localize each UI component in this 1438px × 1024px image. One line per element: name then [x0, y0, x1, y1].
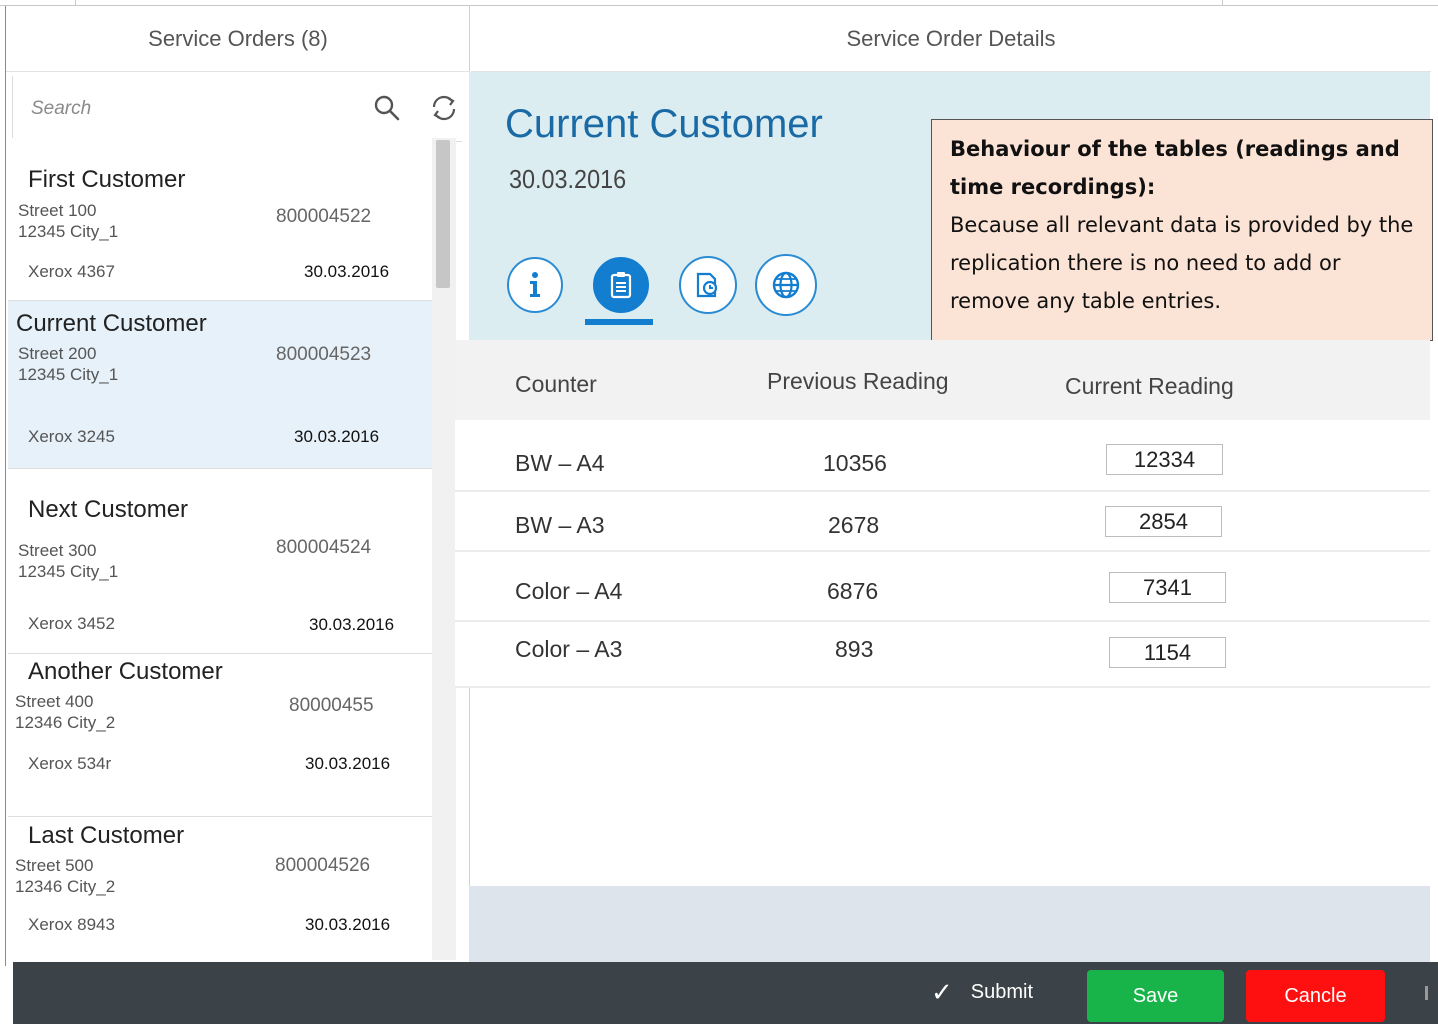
customer-street: Street 100: [18, 201, 97, 220]
customer-name: Next Customer: [28, 496, 189, 523]
globe-icon: [772, 271, 800, 299]
footer-toolbar: ✓ Submit Save Cancle: [13, 962, 1438, 1024]
current-reading-input[interactable]: [1105, 506, 1222, 537]
list-scrollbar[interactable]: [432, 138, 456, 960]
customer-street: Street 300: [18, 541, 97, 560]
customer-name: First Customer: [28, 166, 186, 193]
refresh-icon[interactable]: [429, 93, 459, 123]
tab-web[interactable]: [755, 254, 817, 316]
order-number: 800004524: [276, 537, 372, 558]
order-number: 800004522: [276, 206, 372, 227]
annotation-note: Behaviour of the tables (readings and ti…: [931, 119, 1433, 341]
master-title: Service Orders (8): [6, 6, 470, 72]
previous-reading-cell: 893: [835, 636, 874, 662]
active-tab-indicator: [585, 319, 653, 325]
readings-table-header: Counter Previous Reading Current Reading: [455, 340, 1430, 420]
service-order-list: First Customer Street 100 12345 City_1 8…: [8, 138, 432, 960]
previous-reading-cell: 2678: [828, 512, 880, 538]
list-item-selected[interactable]: Current Customer Street 200 12345 City_1…: [8, 301, 432, 469]
table-row: Color – A4 6876: [455, 552, 1430, 622]
order-date: 30.03.2016: [509, 164, 627, 194]
annotation-body: Because all relevant data is provided by…: [950, 213, 1414, 313]
customer-street: Street 400: [15, 692, 94, 711]
order-date: 30.03.2016: [304, 262, 390, 281]
counter-cell: BW – A3: [515, 512, 605, 538]
list-item[interactable]: Another Customer Street 400 12346 City_2…: [8, 654, 432, 817]
column-header-counter: Counter: [515, 371, 597, 397]
column-header-previous: Previous Reading: [767, 368, 949, 394]
order-date: 30.03.2016: [305, 754, 391, 773]
order-date: 30.03.2016: [305, 915, 391, 934]
annotation-heading: Behaviour of the tables (readings and ti…: [950, 137, 1400, 199]
submit-label: Submit: [970, 980, 1034, 1003]
current-reading-input[interactable]: [1106, 444, 1223, 475]
list-item[interactable]: Last Customer Street 500 12346 City_2 80…: [8, 817, 432, 960]
search-bar: [12, 76, 462, 142]
order-number: 800004523: [276, 344, 372, 365]
customer-street: Street 500: [15, 856, 94, 875]
clipboard-icon: [610, 272, 632, 299]
save-button[interactable]: Save: [1087, 970, 1224, 1022]
cancel-button[interactable]: Cancle: [1246, 970, 1385, 1022]
device-name: Xerox 3245: [28, 427, 115, 446]
overflow-edge: [1425, 986, 1428, 1000]
customer-city: 12345 City_1: [18, 222, 119, 241]
device-name: Xerox 8943: [28, 915, 115, 934]
tab-readings[interactable]: [593, 257, 649, 313]
device-name: Xerox 4367: [28, 262, 115, 281]
search-input[interactable]: [31, 94, 361, 124]
device-name: Xerox 3452: [28, 614, 115, 633]
scrollbar-thumb[interactable]: [436, 140, 450, 288]
order-number: 800004526: [275, 855, 371, 876]
customer-city: 12345 City_1: [18, 562, 119, 581]
document-clock-icon: [696, 272, 718, 298]
table-row: BW – A3 2678: [455, 492, 1430, 552]
info-icon: [530, 272, 540, 297]
customer-city: 12345 City_1: [18, 365, 119, 384]
detail-title: Service Order Details: [471, 6, 1431, 72]
counter-cell: Color – A3: [515, 636, 623, 662]
customer-street: Street 200: [18, 344, 97, 363]
list-item[interactable]: Next Customer Street 300 12345 City_1 80…: [8, 469, 432, 654]
customer-city: 12346 City_2: [15, 877, 116, 896]
counter-cell: BW – A4: [515, 450, 605, 476]
list-item[interactable]: First Customer Street 100 12345 City_1 8…: [8, 138, 432, 301]
customer-title: Current Customer: [505, 102, 823, 146]
checkmark-icon: ✓: [931, 976, 953, 1007]
counter-cell: Color – A4: [515, 578, 623, 604]
detail-footer-band: [469, 886, 1430, 962]
column-header-current: Current Reading: [1065, 373, 1234, 399]
current-reading-input[interactable]: [1109, 572, 1226, 603]
tab-info[interactable]: [507, 257, 563, 313]
order-date: 30.03.2016: [294, 427, 380, 446]
customer-name: Last Customer: [28, 822, 185, 849]
customer-name: Another Customer: [28, 658, 223, 685]
device-name: Xerox 534r: [28, 754, 112, 773]
table-row: Color – A3 893: [455, 622, 1430, 688]
table-row: BW – A4 10356: [455, 420, 1430, 492]
customer-city: 12346 City_2: [15, 713, 116, 732]
tab-time-recordings[interactable]: [679, 256, 737, 314]
previous-reading-cell: 10356: [823, 450, 887, 476]
previous-reading-cell: 6876: [827, 578, 879, 604]
order-number: 80000455: [289, 695, 374, 716]
search-icon[interactable]: [373, 94, 401, 122]
submit-button[interactable]: ✓ Submit: [931, 972, 1033, 1012]
order-date: 30.03.2016: [309, 615, 395, 634]
customer-name: Current Customer: [16, 310, 207, 337]
current-reading-input[interactable]: [1109, 637, 1226, 668]
